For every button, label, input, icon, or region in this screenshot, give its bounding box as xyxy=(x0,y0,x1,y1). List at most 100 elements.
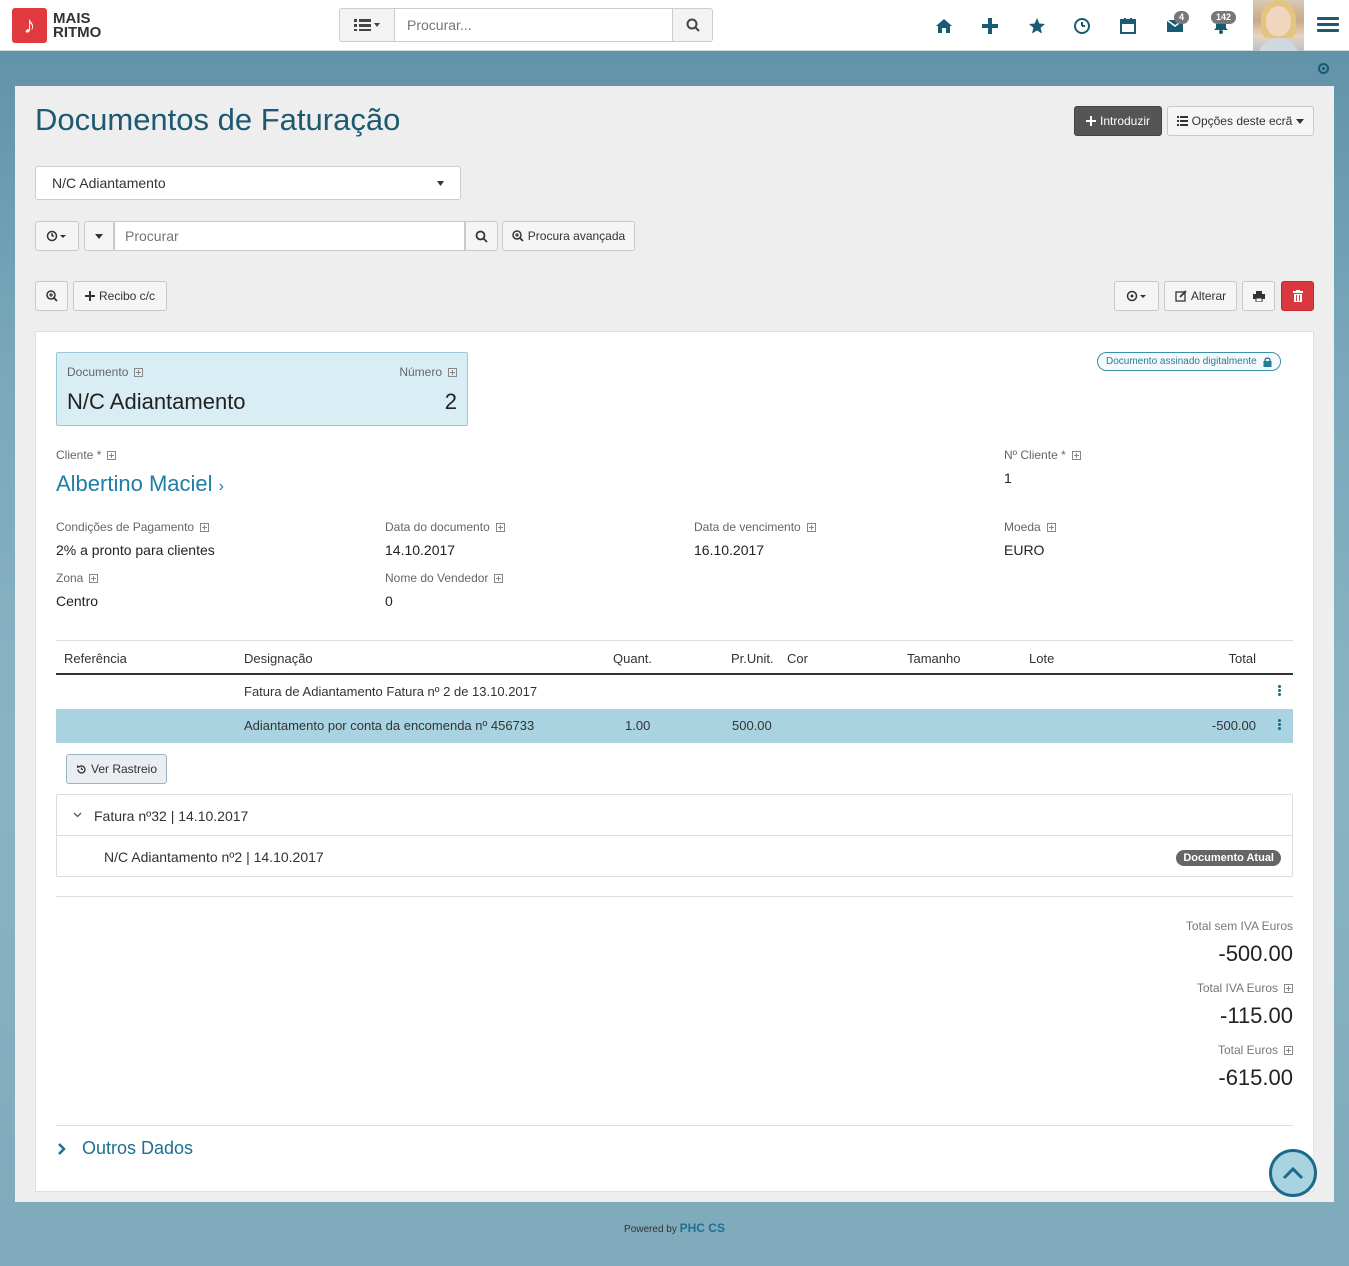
expand-icon[interactable] xyxy=(1071,451,1081,461)
delete-button[interactable] xyxy=(1281,281,1314,311)
signed-badge: Documento assinado digitalmente xyxy=(1097,352,1281,371)
alterar-button[interactable]: Alterar xyxy=(1164,281,1237,311)
scroll-to-top-button[interactable] xyxy=(1269,1149,1317,1197)
music-note-icon: ♪ xyxy=(12,8,47,43)
expand-icon[interactable] xyxy=(89,574,99,584)
currency-value: EURO xyxy=(1004,542,1045,558)
list-icon xyxy=(1176,116,1188,126)
tracking-parent-row[interactable]: Fatura nº32 | 14.10.2017 xyxy=(57,795,1292,836)
history-dropdown-button[interactable] xyxy=(35,221,79,251)
seller-label: Nome do Vendedor xyxy=(385,571,489,585)
doc-search-button[interactable] xyxy=(465,221,498,251)
currency-label: Moeda xyxy=(1004,520,1041,534)
total-iva-value: -115.00 xyxy=(1220,1003,1293,1028)
chevron-up-icon xyxy=(1282,1166,1304,1179)
plus-icon xyxy=(84,291,95,301)
advanced-search-button[interactable]: Procura avançada xyxy=(502,221,635,251)
footer-powered: Powered by xyxy=(624,1224,677,1235)
footer-brand-link[interactable]: PHC CS xyxy=(680,1221,725,1235)
row-menu-icon[interactable] xyxy=(1278,719,1281,731)
zoom-in-icon xyxy=(45,290,58,302)
zoom-in-icon xyxy=(512,230,524,242)
table-row[interactable]: Adiantamento por conta da encomenda nº 4… xyxy=(56,709,1293,743)
clock-icon[interactable] xyxy=(1070,14,1094,38)
tracking-child-row[interactable]: N/C Adiantamento nº2 | 14.10.2017 Docume… xyxy=(57,836,1292,877)
chevron-right-icon xyxy=(58,1142,66,1155)
col-designacao: Designação xyxy=(244,651,313,666)
expand-icon[interactable] xyxy=(1284,984,1293,994)
expand-icon[interactable] xyxy=(495,523,505,533)
footer: Powered by PHC CS xyxy=(0,1221,1349,1235)
total-sem-iva-label: Total sem IVA Euros xyxy=(1185,919,1293,933)
brand-line2: RITMO xyxy=(53,23,102,41)
doc-type-select[interactable]: N/C Adiantamento xyxy=(35,166,461,200)
doc-search-input[interactable] xyxy=(114,221,465,251)
doc-type-value: N/C Adiantamento xyxy=(67,389,246,414)
plus-icon[interactable] xyxy=(978,14,1002,38)
star-icon[interactable] xyxy=(1025,14,1049,38)
tracking-parent-label: Fatura nº32 | 14.10.2017 xyxy=(94,808,249,824)
table-row[interactable]: Fatura de Adiantamento Fatura nº 2 de 13… xyxy=(56,675,1293,709)
expand-icon[interactable] xyxy=(806,523,816,533)
row-menu-icon[interactable] xyxy=(1278,685,1281,697)
app-logo[interactable]: ♪ MAIS RITMO xyxy=(12,8,101,43)
recibo-cc-button[interactable]: Recibo c/c xyxy=(73,281,167,311)
expand-icon[interactable] xyxy=(448,368,457,378)
user-avatar[interactable] xyxy=(1253,0,1304,51)
total-iva-label: Total IVA Euros xyxy=(1196,981,1278,995)
calendar-icon[interactable] xyxy=(1116,14,1140,38)
opcoes-ecra-button[interactable]: Opções deste ecrã xyxy=(1167,106,1314,136)
client-link[interactable]: Albertino Maciel › xyxy=(56,471,224,497)
caret-down-icon xyxy=(437,180,444,186)
print-button[interactable] xyxy=(1242,281,1275,311)
client-no-value: 1 xyxy=(1004,470,1012,486)
page-settings-icon[interactable] xyxy=(1318,63,1329,74)
doc-label: Documento xyxy=(67,365,129,379)
col-prunit: Pr.Unit. xyxy=(731,651,774,666)
global-search-button[interactable] xyxy=(673,8,713,42)
payment-value: 2% a pronto para clientes xyxy=(56,542,215,558)
expand-icon[interactable] xyxy=(1046,523,1056,533)
document-card: Documento Número N/C Adiantamento 2 Docu… xyxy=(35,331,1314,1192)
cell-designacao: Fatura de Adiantamento Fatura nº 2 de 13… xyxy=(244,684,538,699)
history-icon xyxy=(76,764,86,774)
actions-dropdown-button[interactable] xyxy=(1114,281,1159,311)
col-total: Total xyxy=(1228,651,1256,666)
tracking-child-label: N/C Adiantamento nº2 | 14.10.2017 xyxy=(104,849,324,865)
zoom-button[interactable] xyxy=(35,281,68,311)
number-label: Número xyxy=(399,365,442,379)
outros-dados-toggle[interactable]: Outros Dados xyxy=(58,1138,193,1159)
zone-value: Centro xyxy=(56,593,99,609)
search-icon xyxy=(686,18,700,32)
expand-icon[interactable] xyxy=(494,574,504,584)
seller-value: 0 xyxy=(385,593,393,609)
date-value: 14.10.2017 xyxy=(385,542,456,558)
lock-icon xyxy=(1263,356,1272,367)
due-value: 16.10.2017 xyxy=(694,542,765,558)
global-search xyxy=(339,8,713,42)
top-navbar: ♪ MAIS RITMO 4 xyxy=(0,0,1349,51)
col-referencia: Referência xyxy=(64,651,127,666)
home-icon[interactable] xyxy=(932,14,956,38)
total-euros-label: Total Euros xyxy=(1217,1043,1278,1057)
expand-icon[interactable] xyxy=(1284,1046,1293,1056)
search-icon xyxy=(475,230,488,243)
expand-icon[interactable] xyxy=(200,523,210,533)
ver-rastreio-button[interactable]: Ver Rastreio xyxy=(66,754,167,784)
global-search-input[interactable] xyxy=(395,8,673,42)
introduzir-button[interactable]: Introduzir xyxy=(1074,106,1162,136)
notifications-count-badge: 142 xyxy=(1211,11,1237,24)
total-sem-iva-value: -500.00 xyxy=(1218,941,1293,966)
expand-icon[interactable] xyxy=(134,368,144,378)
hamburger-menu-icon[interactable] xyxy=(1317,14,1339,36)
document-header-box: Documento Número N/C Adiantamento 2 xyxy=(56,352,468,426)
divider xyxy=(56,1125,1293,1126)
cell-prunit: 500.00 xyxy=(732,718,772,733)
divider xyxy=(56,896,1293,897)
cell-designacao: Adiantamento por conta da encomenda nº 4… xyxy=(244,718,535,733)
chevron-right-icon: › xyxy=(218,478,224,495)
expand-icon[interactable] xyxy=(107,451,117,461)
list-icon xyxy=(354,19,380,31)
filter-dropdown-button[interactable] xyxy=(84,221,114,251)
search-menu-button[interactable] xyxy=(339,8,395,42)
